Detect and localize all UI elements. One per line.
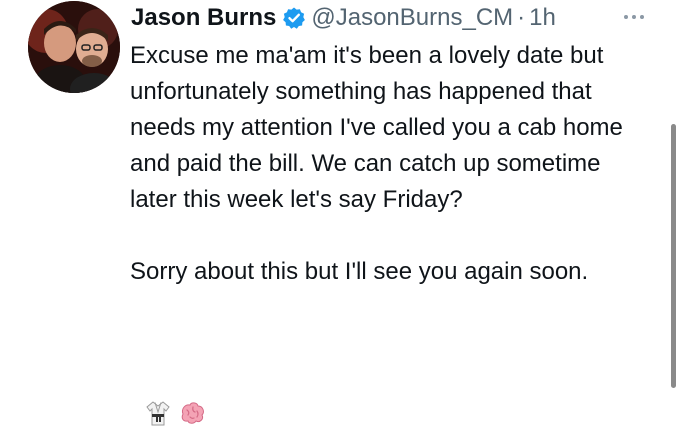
timestamp[interactable]: 1h <box>529 4 556 32</box>
brain-emoji-icon <box>178 399 206 427</box>
scrollbar[interactable] <box>671 124 676 388</box>
more-dot <box>624 15 628 19</box>
more-dot <box>632 15 636 19</box>
more-options-icon[interactable] <box>614 6 654 28</box>
tweet-text: Excuse me ma'am it's been a lovely date … <box>130 38 630 290</box>
separator: · <box>517 4 526 31</box>
martial-arts-uniform-emoji-icon <box>144 399 172 427</box>
avatar[interactable] <box>28 1 120 93</box>
tweet[interactable]: Jason Burns @JasonBurns_CM · 1h Excuse m… <box>0 0 680 438</box>
emoji-row <box>144 399 206 427</box>
more-dot <box>640 15 644 19</box>
verified-badge-icon <box>282 6 306 30</box>
author-handle[interactable]: @JasonBurns_CM <box>311 4 513 32</box>
tweet-paragraph: Sorry about this but I'll see you again … <box>130 258 589 285</box>
author-name[interactable]: Jason Burns <box>131 4 276 32</box>
tweet-header: Jason Burns @JasonBurns_CM · 1h <box>131 0 556 36</box>
tweet-paragraph: Excuse me ma'am it's been a lovely date … <box>130 42 623 213</box>
